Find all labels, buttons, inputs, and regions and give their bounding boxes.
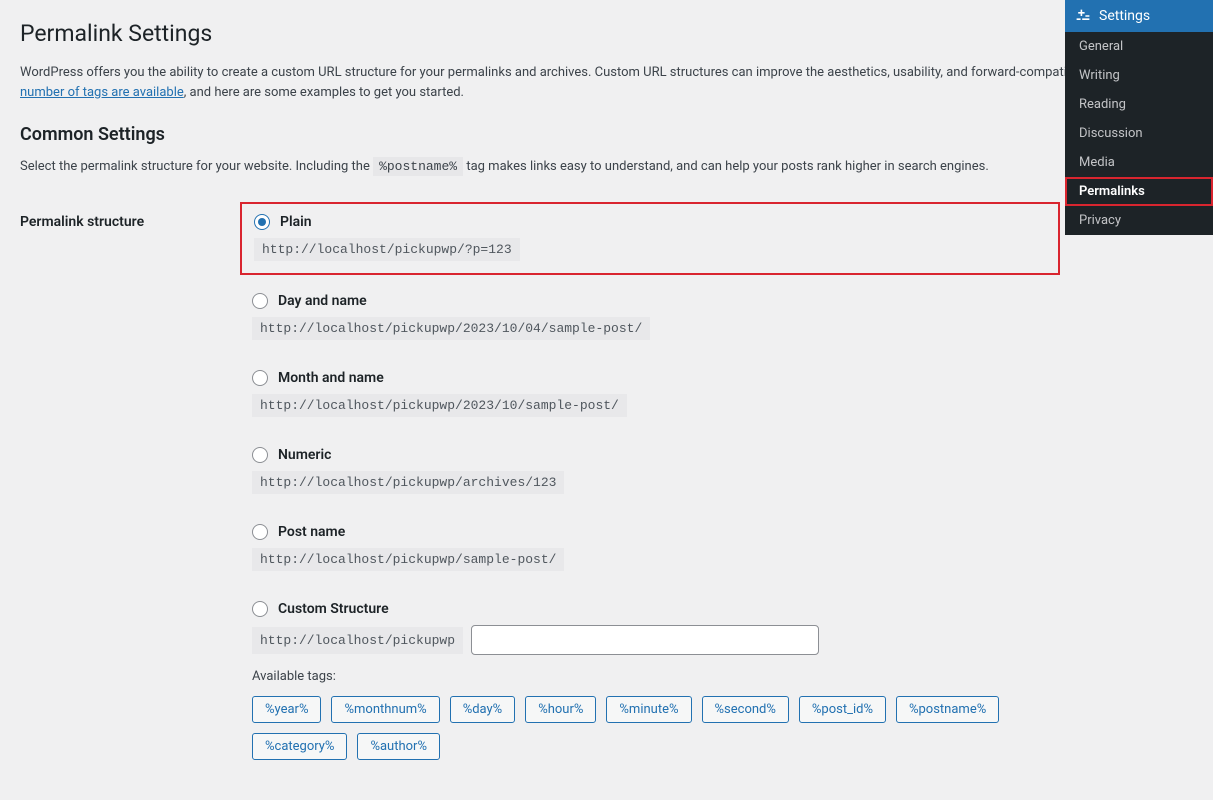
permalink-option-url: http://localhost/pickupwp/archives/123 (252, 471, 564, 494)
tag-button-author[interactable]: %author% (357, 733, 440, 760)
sidebar-item-permalinks[interactable]: Permalinks (1065, 177, 1213, 206)
page-title: Permalink Settings (20, 20, 1193, 47)
settings-sidebar: Settings GeneralWritingReadingDiscussion… (1065, 0, 1213, 235)
permalink-radio-month-and-name[interactable] (252, 370, 268, 386)
sidebar-header-settings[interactable]: Settings (1065, 0, 1213, 32)
tag-button-monthnum[interactable]: %monthnum% (331, 696, 439, 723)
intro-text: WordPress offers you the ability to crea… (20, 65, 1074, 80)
permalink-option-label: Month and name (278, 370, 384, 386)
tags-available-link[interactable]: number of tags are available (20, 85, 184, 100)
permalink-option-plain: Plain http://localhost/pickupwp/?p=123 (240, 202, 1060, 275)
permalink-option-custom-structure: Custom Structure http://localhost/pickupw… (240, 591, 1060, 772)
tag-button-day[interactable]: %day% (450, 696, 516, 723)
permalink-option-url: http://localhost/pickupwp/?p=123 (254, 238, 520, 261)
permalink-radio-plain[interactable] (254, 214, 270, 230)
custom-url-prefix: http://localhost/pickupwp (252, 627, 463, 654)
permalink-option-label: Plain (280, 214, 312, 230)
postname-tag-inline: %postname% (373, 157, 463, 176)
permalink-option-label: Numeric (278, 447, 331, 463)
tag-button-postname[interactable]: %postname% (896, 696, 999, 723)
permalink-option-numeric: Numeric http://localhost/pickupwp/archive… (240, 437, 1060, 506)
permalink-option-url: http://localhost/pickupwp/2023/10/04/sam… (252, 317, 650, 340)
available-tags-row: %year% %monthnum% %day% %hour% %minute% %seco… (252, 696, 1048, 760)
sidebar-item-discussion[interactable]: Discussion (1065, 119, 1213, 148)
permalink-radio-custom-structure[interactable] (252, 601, 268, 617)
tag-button-year[interactable]: %year% (252, 696, 321, 723)
custom-structure-input[interactable] (471, 625, 819, 655)
tag-button-category[interactable]: %category% (252, 733, 347, 760)
common-settings-heading: Common Settings (20, 124, 1193, 145)
permalink-option-url: http://localhost/pickupwp/2023/10/sample… (252, 394, 627, 417)
sidebar-item-writing[interactable]: Writing (1065, 61, 1213, 90)
sidebar-item-general[interactable]: General (1065, 32, 1213, 61)
tag-button-hour[interactable]: %hour% (525, 696, 596, 723)
permalink-radio-day-and-name[interactable] (252, 293, 268, 309)
permalink-structure-label: Permalink structure (20, 202, 240, 230)
permalink-option-month-and-name: Month and name http://localhost/pickupwp/… (240, 360, 1060, 429)
sidebar-item-privacy[interactable]: Privacy (1065, 206, 1213, 235)
settings-icon (1075, 8, 1091, 24)
tag-button-post_id[interactable]: %post_id% (799, 696, 886, 723)
section-desc-before: Select the permalink structure for your … (20, 159, 373, 174)
permalink-option-label: Custom Structure (278, 601, 389, 617)
tag-button-minute[interactable]: %minute% (606, 696, 691, 723)
sidebar-item-reading[interactable]: Reading (1065, 90, 1213, 119)
permalink-option-day-and-name: Day and name http://localhost/pickupwp/20… (240, 283, 1060, 352)
permalink-option-label: Day and name (278, 293, 367, 309)
section-desc-after: tag makes links easy to understand, and … (466, 159, 988, 174)
sidebar-header-label: Settings (1099, 8, 1150, 24)
tag-button-second[interactable]: %second% (702, 696, 789, 723)
permalink-radio-numeric[interactable] (252, 447, 268, 463)
intro-after: , and here are some examples to get you … (184, 85, 464, 100)
permalink-radio-post-name[interactable] (252, 524, 268, 540)
available-tags-label: Available tags: (252, 669, 1048, 684)
permalink-option-url: http://localhost/pickupwp/sample-post/ (252, 548, 564, 571)
permalink-option-label: Post name (278, 524, 345, 540)
permalink-option-post-name: Post name http://localhost/pickupwp/sampl… (240, 514, 1060, 583)
sidebar-item-media[interactable]: Media (1065, 148, 1213, 177)
